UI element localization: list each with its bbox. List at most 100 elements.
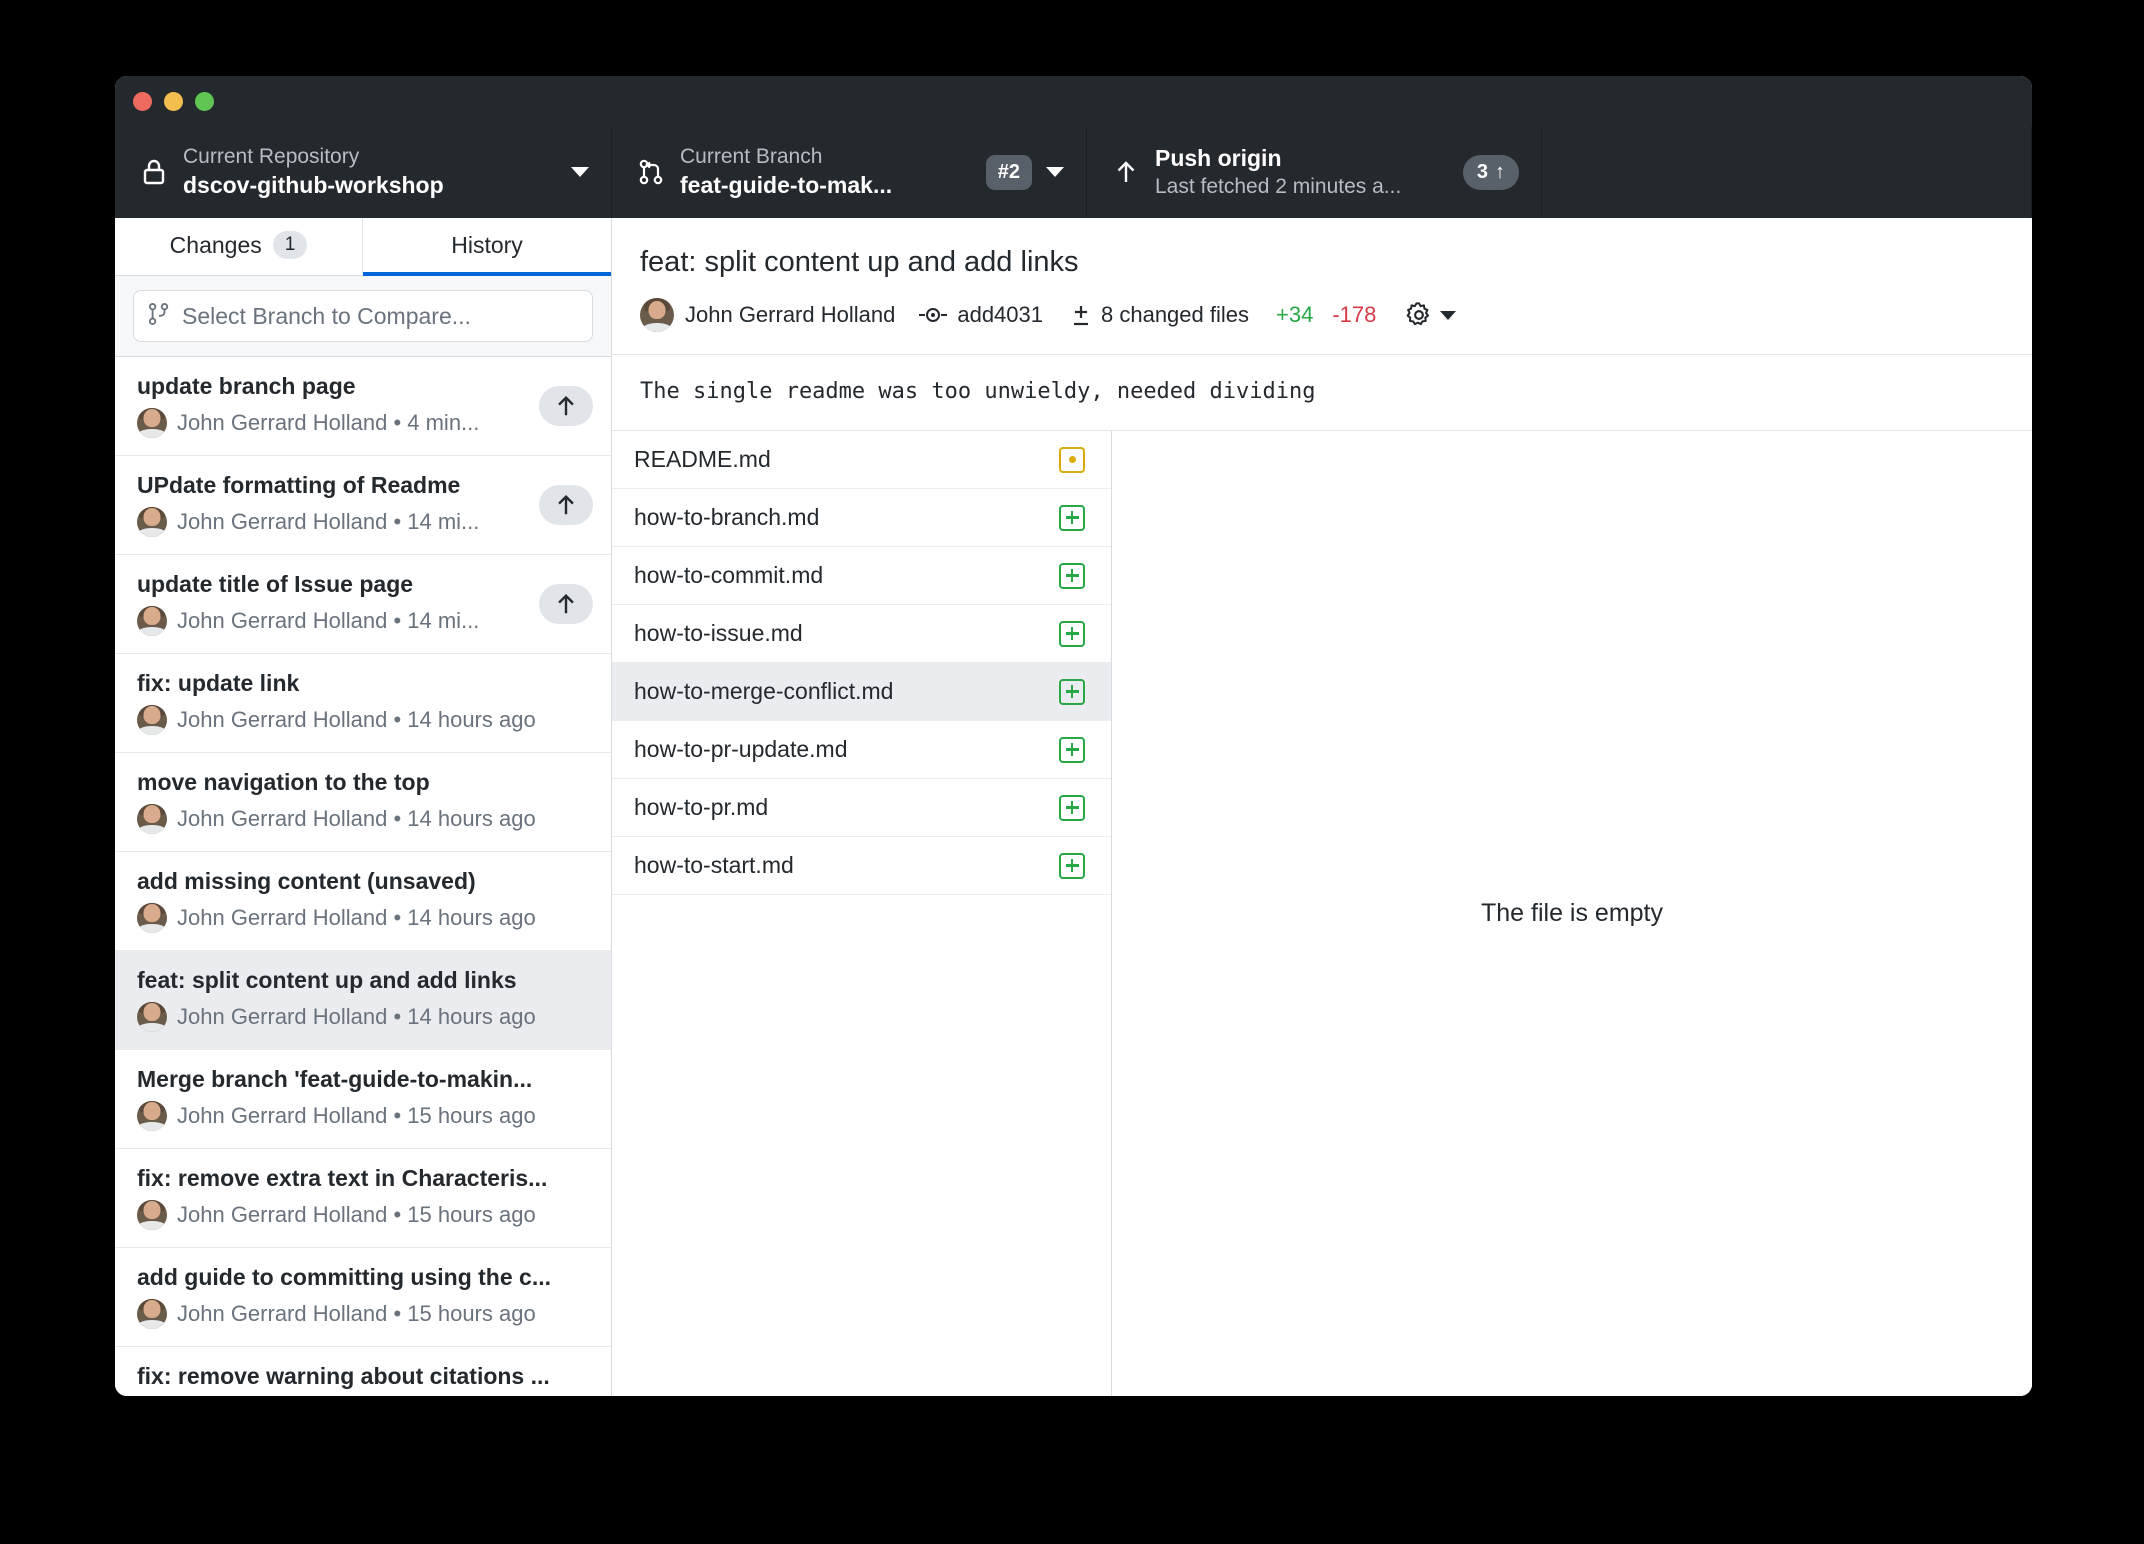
commit-list-item[interactable]: feat: split content up and add links John…: [115, 951, 611, 1050]
chevron-down-icon: [571, 167, 589, 177]
avatar: [137, 1298, 167, 1329]
compare-branch-area: Select Branch to Compare...: [115, 276, 611, 357]
ahead-count: 3: [1476, 160, 1488, 183]
commit-list-item[interactable]: fix: update link John Gerrard Holland • 1…: [115, 654, 611, 753]
changed-file-row[interactable]: how-to-pr-update.md: [612, 721, 1111, 780]
current-repository-label: Current Repository: [183, 145, 360, 169]
file-status-added-icon: [1059, 620, 1085, 647]
avatar: [137, 407, 167, 438]
avatar: [137, 1001, 167, 1032]
avatar: [137, 1199, 167, 1230]
changed-file-name: how-to-pr-update.md: [634, 736, 848, 763]
avatar: [137, 902, 167, 933]
commit-list-item[interactable]: move navigation to the top John Gerrard H…: [115, 753, 611, 852]
commit-item-title: fix: update link: [137, 671, 300, 697]
diff-options-button[interactable]: [1405, 301, 1457, 329]
commit-list-item[interactable]: Merge branch 'feat-guide-to-makin... John…: [115, 1050, 611, 1149]
commit-sha: add4031: [957, 302, 1043, 328]
unpushed-commit-indicator[interactable]: [539, 386, 593, 426]
main-toolbar: Current Repository dscov-github-workshop…: [115, 126, 2032, 218]
tab-changes[interactable]: Changes 1: [115, 218, 363, 276]
commit-item-meta: John Gerrard Holland • 15 hours ago: [137, 1298, 593, 1329]
commit-author: John Gerrard Holland: [685, 302, 896, 328]
unpushed-commit-indicator[interactable]: [539, 485, 593, 525]
avatar: [137, 605, 167, 636]
commit-sha-group[interactable]: add4031: [918, 302, 1043, 328]
commit-item-title: add guide to committing using the c...: [137, 1265, 551, 1291]
changed-file-row[interactable]: README.md: [612, 431, 1111, 490]
commit-list-item[interactable]: fix: remove warning about citations ...J…: [115, 1347, 611, 1396]
commit-item-title: add missing content (unsaved): [137, 869, 476, 895]
deletions-count: -178: [1332, 302, 1377, 328]
minimize-window-button[interactable]: [164, 91, 183, 111]
commit-history-list[interactable]: update branch page John Gerrard Holland •…: [115, 357, 611, 1396]
commit-list-item[interactable]: UPdate formatting of Readme John Gerrard …: [115, 456, 611, 555]
changed-files-list[interactable]: README.md how-to-branch.md how-to-commit.m…: [612, 431, 1112, 1396]
additions-count: +34: [1276, 302, 1314, 328]
commit-item-title: UPdate formatting of Readme: [137, 473, 461, 499]
commit-metadata-row: John Gerrard Holland add4031 8 changed f…: [640, 298, 2004, 333]
current-branch-button[interactable]: Current Branch feat-guide-to-mak... #2: [612, 126, 1087, 218]
commit-description: The single readme was too unwieldy, need…: [612, 355, 2032, 432]
file-status-added-icon: [1059, 736, 1085, 763]
commit-list-item[interactable]: fix: remove extra text in Characteris...…: [115, 1149, 611, 1248]
commit-item-author-time: John Gerrard Holland • 4 min...: [177, 410, 480, 435]
commit-item-meta: John Gerrard Holland • 14 mi...: [137, 605, 525, 636]
avatar: [640, 298, 674, 333]
commit-item-author-time: John Gerrard Holland • 15 hours ago: [177, 1301, 536, 1326]
current-repository-button[interactable]: Current Repository dscov-github-workshop: [115, 126, 612, 218]
file-status-modified-icon: [1059, 446, 1085, 473]
commit-item-meta: John Gerrard Holland • 4 min...: [137, 407, 525, 438]
push-origin-button[interactable]: Push origin Last fetched 2 minutes a... …: [1087, 126, 1542, 218]
commit-item-author-time: John Gerrard Holland • 15 hours ago: [177, 1103, 536, 1128]
empty-file-message: The file is empty: [1480, 899, 1663, 928]
commit-item-title: update title of Issue page: [137, 572, 414, 598]
commit-item-author-time: John Gerrard Holland • 14 hours ago: [177, 905, 536, 930]
avatar: [137, 803, 167, 834]
sidebar: Changes 1 History Select Branch to Compa…: [115, 218, 612, 1396]
commit-list-item[interactable]: update branch page John Gerrard Holland •…: [115, 357, 611, 456]
changed-files-count: 8 changed files: [1101, 302, 1249, 328]
changed-file-row[interactable]: how-to-pr.md: [612, 779, 1111, 838]
changed-file-row[interactable]: how-to-issue.md: [612, 605, 1111, 664]
diff-icon: [1074, 306, 1088, 326]
ahead-count-badge: 3 ↑: [1462, 154, 1519, 190]
changed-file-row[interactable]: how-to-merge-conflict.md: [612, 663, 1111, 722]
branch-compare-icon: [148, 302, 170, 331]
commit-item-meta: John Gerrard Holland • 15 hours ago: [137, 1100, 593, 1131]
changed-file-name: README.md: [634, 446, 771, 473]
changed-file-name: how-to-pr.md: [634, 794, 769, 821]
commit-item-author-time: John Gerrard Holland • 14 mi...: [177, 509, 480, 534]
changed-file-name: how-to-issue.md: [634, 620, 803, 647]
file-status-added-icon: [1059, 562, 1085, 589]
commit-detail-pane: feat: split content up and add links Joh…: [612, 218, 2032, 1396]
toolbar-empty-area: [1542, 126, 2032, 218]
current-repository-value: dscov-github-workshop: [183, 172, 444, 199]
changed-file-row[interactable]: how-to-commit.md: [612, 547, 1111, 606]
avatar: [137, 506, 167, 537]
file-status-added-icon: [1059, 852, 1085, 879]
commit-list-item[interactable]: add guide to committing using the c... Jo…: [115, 1248, 611, 1347]
arrow-up-icon: [558, 494, 574, 515]
push-origin-sub: Last fetched 2 minutes a...: [1155, 174, 1402, 198]
pull-request-badge[interactable]: #2: [985, 154, 1032, 190]
maximize-window-button[interactable]: [195, 91, 214, 111]
close-window-button[interactable]: [133, 91, 152, 111]
avatar: [137, 1100, 167, 1131]
changed-file-row[interactable]: how-to-start.md: [612, 837, 1111, 896]
ahead-arrow-icon: ↑: [1495, 160, 1505, 183]
tab-history[interactable]: History: [363, 218, 611, 276]
unpushed-commit-indicator[interactable]: [539, 584, 593, 624]
push-origin-label: Push origin: [1155, 145, 1282, 172]
changed-file-row[interactable]: how-to-branch.md: [612, 489, 1111, 548]
commit-list-item[interactable]: update title of Issue page John Gerrard H…: [115, 555, 611, 654]
commit-item-meta: John Gerrard Holland • 14 hours ago: [137, 803, 593, 834]
file-status-added-icon: [1059, 504, 1085, 531]
commit-item-title: fix: remove extra text in Characteris...: [137, 1166, 548, 1192]
commit-icon: [919, 308, 948, 323]
commit-item-meta: John Gerrard Holland • 14 hours ago: [137, 902, 593, 933]
commit-item-meta: John Gerrard Holland • 15 hours ago: [137, 1199, 593, 1230]
commit-list-item[interactable]: add missing content (unsaved) John Gerrar…: [115, 852, 611, 951]
select-branch-to-compare-input[interactable]: Select Branch to Compare...: [133, 290, 593, 342]
tab-changes-label: Changes: [169, 231, 262, 258]
